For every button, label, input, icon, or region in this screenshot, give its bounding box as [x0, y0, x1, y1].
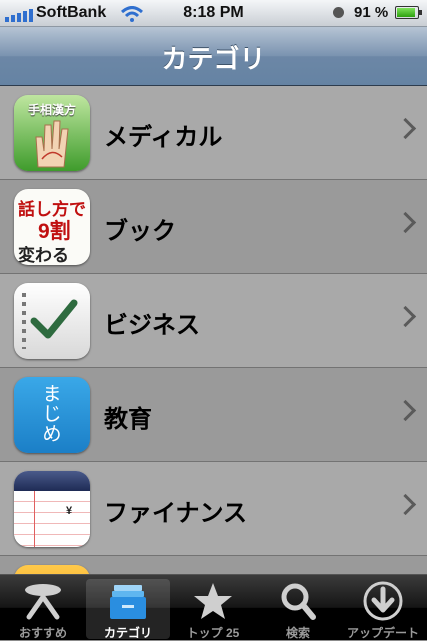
app-icon [14, 565, 90, 574]
tab-top25[interactable]: トップ 25 [171, 579, 255, 640]
tab-updates[interactable]: アップデート [341, 579, 425, 640]
book-icon: 話し方で 9割 変わる [14, 189, 90, 265]
category-label: 教育 [104, 406, 152, 433]
category-row-partial[interactable] [0, 556, 427, 574]
search-icon [281, 583, 316, 620]
tab-featured[interactable]: おすすめ [1, 579, 85, 640]
category-list[interactable]: 手相漢方 メディカル 話し方で 9割 変わる ブック ビジネス まじめ 教育 ¥… [0, 86, 427, 574]
tab-search[interactable]: 検索 [256, 579, 340, 640]
chevron-right-icon [394, 117, 417, 140]
tab-categories[interactable]: カテゴリ [86, 579, 170, 640]
featured-icon [25, 584, 61, 620]
category-row-finance[interactable]: ¥ ファイナンス [0, 462, 427, 556]
education-icon: まじめ [14, 377, 90, 453]
chevron-right-icon [394, 305, 417, 328]
palm-icon: 手相漢方 [14, 95, 90, 171]
status-bar: SoftBank 8:18 PM 91 % [0, 0, 427, 27]
battery-percent: 91 % [354, 4, 389, 21]
category-label: ファイナンス [104, 500, 248, 527]
chevron-right-icon [394, 399, 417, 422]
star-icon [194, 583, 232, 619]
tab-bar: おすすめ カテゴリ トップ 25 検索 アップデート [0, 574, 427, 640]
chevron-right-icon [394, 211, 417, 234]
category-row-education[interactable]: まじめ 教育 [0, 368, 427, 462]
ledger-icon: ¥ [14, 471, 90, 547]
alarm-clock-icon [333, 7, 344, 18]
chevron-right-icon [394, 493, 417, 516]
download-icon [363, 581, 403, 621]
category-row-business[interactable]: ビジネス [0, 274, 427, 368]
category-row-book[interactable]: 話し方で 9割 変わる ブック [0, 180, 427, 274]
page-title: カテゴリ [161, 44, 266, 74]
category-label: ビジネス [104, 312, 200, 339]
categories-icon [110, 585, 146, 619]
battery-icon [395, 6, 422, 19]
category-label: ブック [104, 218, 176, 245]
checkmark-notebook-icon [14, 283, 90, 359]
category-label: メディカル [104, 124, 223, 151]
category-row-medical[interactable]: 手相漢方 メディカル [0, 86, 427, 180]
navigation-bar: カテゴリ [0, 27, 427, 86]
